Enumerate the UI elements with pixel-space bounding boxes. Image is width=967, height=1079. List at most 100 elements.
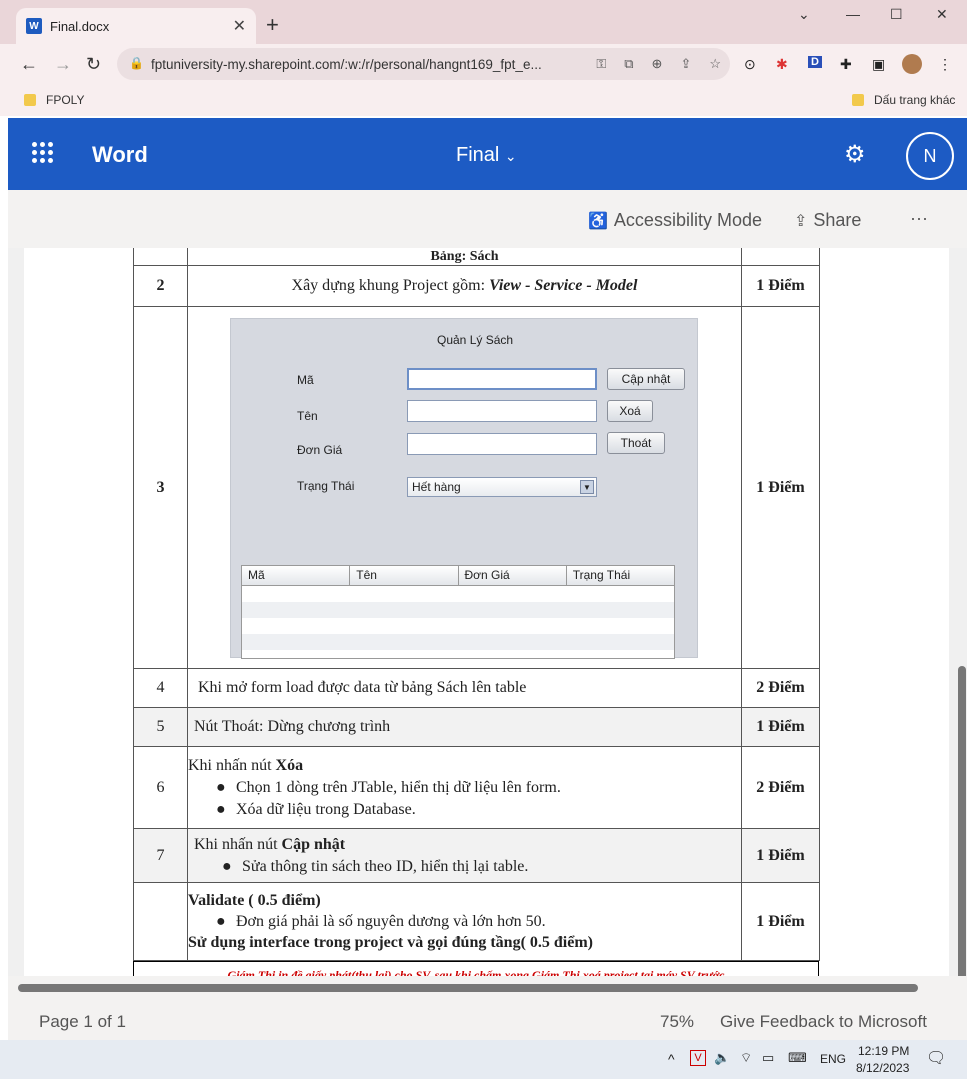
document-page: Bảng: Sách 2 Xây dựng khung Project gồm:…: [24, 248, 949, 976]
accessibility-mode-button[interactable]: ♿ Accessibility Mode: [588, 210, 762, 231]
volume-icon[interactable]: 🔈: [714, 1050, 730, 1066]
row-text: Khi mở form load được data từ bảng Sách …: [187, 668, 742, 708]
vertical-scrollbar[interactable]: [958, 666, 966, 976]
empty-row: [242, 633, 674, 650]
close-tab-icon[interactable]: ✕: [233, 16, 246, 36]
btn-xoa: Xoá: [607, 399, 653, 422]
share-label: Share: [813, 210, 862, 230]
row-text: Khi nhấn nút Cập nhật ● Sửa thông tin sác…: [187, 828, 742, 883]
side-panel-icon[interactable]: ▣: [872, 56, 885, 73]
row-points: 1 Điểm: [741, 882, 820, 961]
language-indicator[interactable]: ENG: [820, 1052, 846, 1066]
reload-icon[interactable]: ↻: [86, 54, 101, 75]
bookmark-star-icon[interactable]: ☆: [709, 56, 721, 72]
horizontal-scrollbar[interactable]: [18, 984, 918, 992]
row-text: Nút Thoát: Dừng chương trình: [187, 707, 742, 747]
bookmark-other[interactable]: Dấu trang khác: [852, 93, 955, 107]
bug-extension-icon[interactable]: ✱: [776, 56, 788, 73]
download-extension-icon[interactable]: ⊙: [744, 56, 756, 73]
new-tab-button[interactable]: +: [266, 12, 279, 38]
document-name[interactable]: Final ⌄: [456, 144, 517, 167]
back-icon[interactable]: ←: [20, 54, 38, 75]
maximize-button[interactable]: ☐: [890, 6, 903, 23]
btn-cap-nhat: Cập nhật: [607, 367, 685, 390]
row-number: 7: [133, 828, 188, 883]
settings-gear-icon[interactable]: ⚙: [844, 140, 866, 169]
document-canvas[interactable]: Bảng: Sách 2 Xây dựng khung Project gồm:…: [8, 248, 967, 976]
clock-time[interactable]: 12:19 PM: [858, 1044, 909, 1058]
minimize-button[interactable]: —: [846, 6, 860, 22]
document-name-text: Final: [456, 144, 500, 166]
address-bar[interactable]: 🔒 fptuniversity-my.sharepoint.com/:w:/r/…: [117, 48, 730, 80]
close-window-button[interactable]: ✕: [936, 6, 948, 23]
word-header: Word Final ⌄ ⚙ N: [8, 118, 967, 190]
notifications-icon[interactable]: 🗨: [926, 1048, 946, 1068]
table-row: 6 Khi nhấn nút Xóa ● Chọn 1 dòng trên JTa…: [133, 746, 820, 829]
translate-icon[interactable]: ⧉: [624, 56, 633, 72]
chevron-down-icon: ⌄: [504, 148, 517, 164]
wifi-icon[interactable]: ⌔: [740, 1050, 752, 1066]
input-ma: [407, 367, 597, 390]
battery-icon[interactable]: ▭: [762, 1050, 774, 1066]
keyboard-icon[interactable]: ⌨: [788, 1050, 807, 1066]
bookmark-fpoly-label: FPOLY: [46, 93, 85, 107]
folder-icon: [24, 94, 36, 106]
table-row: Bảng: Sách: [133, 248, 820, 266]
empty-row: [242, 586, 674, 602]
clock-date[interactable]: 8/12/2023: [856, 1061, 909, 1075]
share-icon: ⇪: [794, 212, 808, 230]
row-number: 2: [133, 265, 188, 307]
url-text[interactable]: fptuniversity-my.sharepoint.com/:w:/r/pe…: [151, 57, 587, 72]
empty-row: [242, 601, 674, 618]
share-page-icon[interactable]: ⇪: [680, 56, 691, 72]
lock-icon: 🔒: [129, 56, 144, 70]
embedded-form-image[interactable]: Quản Lý Sách Mã Tên Đơn Giá Trạng Thái C…: [230, 317, 698, 659]
browser-menu-icon[interactable]: ⋮: [938, 56, 952, 73]
bookmark-other-label: Dấu trang khác: [874, 93, 956, 107]
row-number: 6: [133, 746, 188, 829]
feedback-link[interactable]: Give Feedback to Microsoft: [720, 1012, 927, 1032]
column-trangthai: Trạng Thái: [572, 567, 631, 582]
user-avatar[interactable]: N: [906, 132, 954, 180]
zoom-level[interactable]: 75%: [660, 1012, 694, 1032]
row-points: 1 Điểm: [741, 707, 820, 747]
bullet-icon: ●: [222, 857, 232, 875]
app-launcher-icon[interactable]: [32, 142, 54, 164]
browser-tab[interactable]: W Final.docx ✕: [16, 8, 256, 44]
row-number: 3: [133, 306, 188, 669]
horizontal-scrollbar-track: [8, 976, 967, 1000]
extensions-puzzle-icon[interactable]: ✚: [840, 56, 852, 73]
bullet-icon: ●: [216, 778, 226, 796]
input-ten: [407, 399, 597, 422]
bookmarks-bar: FPOLY Dấu trang khác: [0, 86, 967, 116]
zoom-icon[interactable]: ⊕: [652, 56, 663, 72]
browser-tab-bar: W Final.docx ✕ + ⌄ — ☐ ✕: [0, 0, 967, 44]
form-title: Quản Lý Sách: [437, 332, 514, 347]
bookmark-fpoly[interactable]: FPOLY: [24, 93, 84, 107]
table-row: 7 Khi nhấn nút Cập nhật ● Sửa thông tin s…: [133, 828, 820, 883]
v-app-icon[interactable]: V: [690, 1050, 706, 1066]
status-value: Hết hàng: [412, 479, 461, 494]
accessibility-icon: ♿: [588, 212, 608, 230]
word-file-icon: W: [26, 18, 42, 34]
more-options-button[interactable]: ···: [910, 208, 928, 229]
status-bar: Page 1 of 1 75% Give Feedback to Microso…: [8, 1000, 967, 1040]
status-dropdown: Hết hàng ▼: [407, 476, 597, 497]
d-extension-icon[interactable]: D: [808, 56, 822, 68]
tab-search-icon[interactable]: ⌄: [798, 6, 810, 23]
empty-row: [242, 618, 674, 634]
grading-table: Bảng: Sách 2 Xây dựng khung Project gồm:…: [133, 248, 820, 961]
profile-avatar[interactable]: [902, 54, 922, 74]
share-button[interactable]: ⇪ Share: [794, 210, 861, 231]
forward-icon[interactable]: →: [54, 54, 72, 75]
tab-title: Final.docx: [50, 18, 110, 34]
row-number: [133, 882, 188, 961]
form-screenshot-cell: Quản Lý Sách Mã Tên Đơn Giá Trạng Thái C…: [187, 306, 742, 669]
chevron-up-icon[interactable]: ^: [668, 1051, 675, 1067]
table-row: Validate ( 0.5 điểm) ● Đơn giá phải là số…: [133, 882, 820, 961]
column-dongia: Đơn Giá: [459, 565, 567, 585]
app-name[interactable]: Word: [92, 142, 148, 168]
row-points: 1 Điểm: [741, 265, 820, 307]
key-icon[interactable]: ⚿: [596, 56, 606, 72]
row-points: 2 Điểm: [741, 746, 820, 829]
